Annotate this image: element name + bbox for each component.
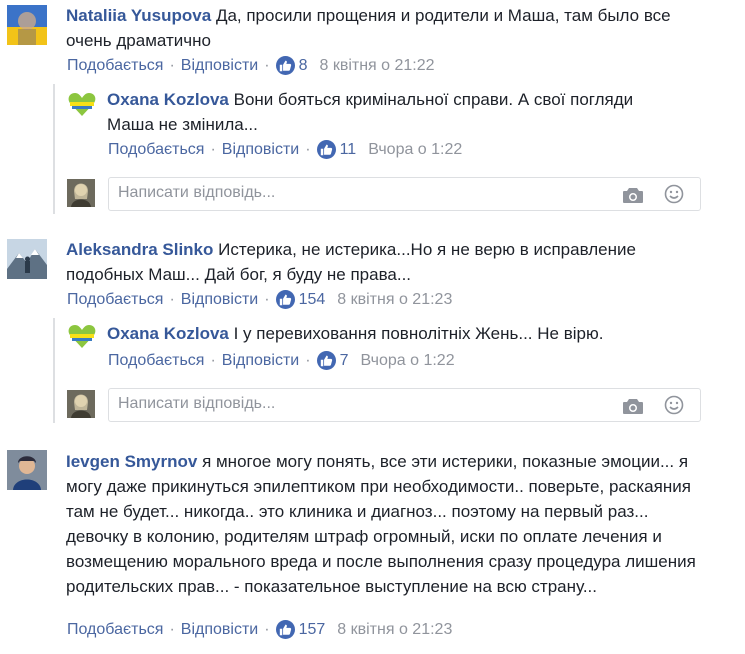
current-user-avatar[interactable] — [67, 179, 95, 207]
comment-2: Aleksandra Slinko Истерика, не истерика.… — [66, 237, 666, 287]
like-thumb-icon[interactable] — [275, 620, 295, 639]
timestamp[interactable]: Вчора о 1:22 — [360, 352, 454, 370]
comment-meta: Подобається · Відповісти · 154 8 квітня о 21… — [67, 290, 452, 309]
reply-2-1: Oxana Kozlova І у перевиховання повноліт… — [107, 321, 707, 346]
reply-meta: Подобається · Відповісти · 7 Вчора о 1:22 — [108, 351, 455, 370]
thread-line — [53, 318, 55, 423]
reply-author[interactable]: Oxana Kozlova — [107, 324, 229, 343]
camera-icon[interactable] — [622, 397, 644, 420]
separator-dot: · — [169, 56, 175, 74]
separator-dot: · — [305, 351, 311, 369]
smiley-icon[interactable] — [664, 395, 684, 420]
reply-placeholder: Написати відповідь... — [118, 184, 276, 201]
reply-placeholder: Написати відповідь... — [118, 395, 276, 412]
comment-body: я многое могу понять, все эти истерики, … — [66, 452, 696, 596]
reply-input[interactable]: Написати відповідь... — [108, 388, 701, 422]
separator-dot: · — [264, 290, 270, 308]
comment-3: Ievgen Smyrnov я многое могу понять, все… — [66, 449, 706, 599]
like-button[interactable]: Подобається — [108, 141, 204, 159]
comment-text: Aleksandra Slinko Истерика, не истерика.… — [66, 237, 666, 287]
avatar-aleksandra[interactable] — [7, 239, 47, 279]
reply-meta: Подобається · Відповісти · 11 Вчора о 1:22 — [108, 140, 462, 159]
avatar-oxana[interactable] — [67, 322, 97, 350]
comment-author[interactable]: Aleksandra Slinko — [66, 240, 213, 259]
like-count[interactable]: 154 — [299, 291, 326, 309]
camera-icon[interactable] — [622, 186, 644, 209]
like-thumb-icon[interactable] — [316, 351, 336, 370]
timestamp[interactable]: Вчора о 1:22 — [368, 141, 462, 159]
like-thumb-icon[interactable] — [275, 290, 295, 309]
like-button[interactable]: Подобається — [67, 621, 163, 639]
comment-author[interactable]: Nataliia Yusupova — [66, 6, 211, 25]
comment-meta: Подобається · Відповісти · 157 8 квітня о 21… — [67, 620, 452, 639]
smiley-icon[interactable] — [664, 184, 684, 209]
timestamp[interactable]: 8 квітня о 21:23 — [337, 621, 452, 639]
like-count[interactable]: 7 — [340, 352, 349, 370]
thread-line — [53, 84, 55, 214]
reply-body: І у перевиховання повнолітніх Жень... Не… — [233, 324, 604, 343]
like-thumb-icon[interactable] — [275, 56, 295, 75]
separator-dot: · — [210, 351, 216, 369]
avatar-nataliia[interactable] — [7, 5, 47, 45]
avatar-ievgen[interactable] — [7, 450, 47, 490]
separator-dot: · — [305, 140, 311, 158]
separator-dot: · — [169, 620, 175, 638]
like-button[interactable]: Подобається — [108, 352, 204, 370]
reply-input[interactable]: Написати відповідь... — [108, 177, 701, 211]
separator-dot: · — [264, 56, 270, 74]
like-thumb-icon[interactable] — [316, 140, 336, 159]
reply-text: Oxana Kozlova Вони бояться кримінальної … — [107, 87, 667, 137]
like-count[interactable]: 11 — [340, 141, 357, 159]
comment-text: Ievgen Smyrnov я многое могу понять, все… — [66, 449, 706, 599]
like-count[interactable]: 157 — [299, 621, 326, 639]
separator-dot: · — [169, 290, 175, 308]
comment-1: Nataliia Yusupova Да, просили прощения и… — [66, 3, 706, 53]
reply-button[interactable]: Відповісти — [181, 621, 258, 639]
reply-button[interactable]: Відповісти — [181, 291, 258, 309]
reply-button[interactable]: Відповісти — [181, 57, 258, 75]
comment-meta: Подобається · Відповісти · 8 8 квітня о 21:2… — [67, 56, 435, 75]
current-user-avatar[interactable] — [67, 390, 95, 418]
like-button[interactable]: Подобається — [67, 291, 163, 309]
reply-text: Oxana Kozlova І у перевиховання повноліт… — [107, 321, 707, 346]
reply-author[interactable]: Oxana Kozlova — [107, 90, 229, 109]
comment-text: Nataliia Yusupova Да, просили прощения и… — [66, 3, 706, 53]
separator-dot: · — [264, 620, 270, 638]
timestamp[interactable]: 8 квітня о 21:22 — [319, 57, 434, 75]
avatar-oxana[interactable] — [67, 90, 97, 118]
timestamp[interactable]: 8 квітня о 21:23 — [337, 291, 452, 309]
comment-author[interactable]: Ievgen Smyrnov — [66, 452, 197, 471]
reply-1-1: Oxana Kozlova Вони бояться кримінальної … — [107, 87, 667, 137]
reply-button[interactable]: Відповісти — [222, 141, 299, 159]
reply-button[interactable]: Відповісти — [222, 352, 299, 370]
separator-dot: · — [210, 140, 216, 158]
like-button[interactable]: Подобається — [67, 57, 163, 75]
like-count[interactable]: 8 — [299, 57, 308, 75]
